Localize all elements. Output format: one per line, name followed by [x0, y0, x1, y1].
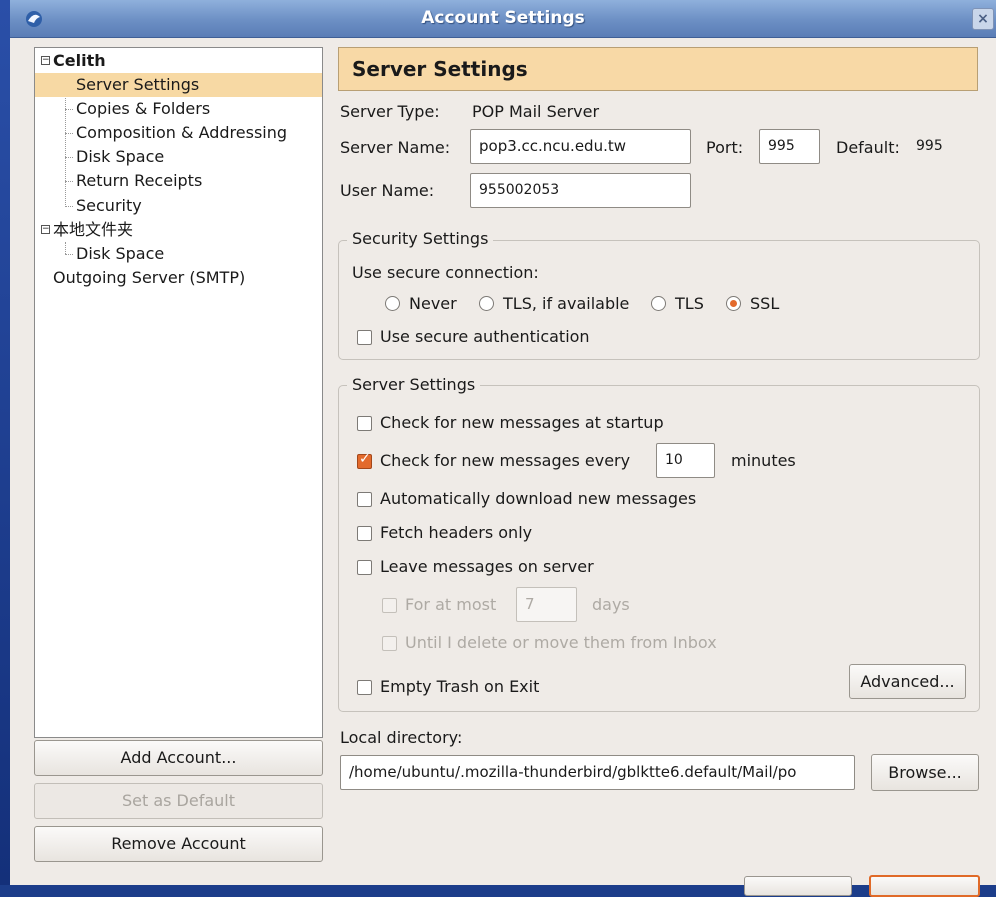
- radio-ssl-label[interactable]: SSL: [750, 294, 779, 313]
- days-label: days: [592, 595, 630, 614]
- remove-account-label: Remove Account: [111, 834, 246, 853]
- close-icon[interactable]: ×: [972, 8, 994, 30]
- tree-account-celith[interactable]: Celith: [53, 49, 106, 73]
- page-title: Server Settings: [338, 47, 978, 91]
- radio-tls-if-available[interactable]: [479, 296, 494, 311]
- collapse-icon[interactable]: −: [41, 56, 50, 65]
- tree-item-security[interactable]: Security: [76, 194, 142, 218]
- user-name-label: User Name:: [340, 181, 435, 200]
- check-every-label[interactable]: Check for new messages every: [380, 451, 630, 470]
- fetch-headers-checkbox[interactable]: [357, 526, 372, 541]
- leave-on-server-checkbox[interactable]: [357, 560, 372, 575]
- radio-ssl[interactable]: [726, 296, 741, 311]
- radio-tls[interactable]: [651, 296, 666, 311]
- check-interval-input[interactable]: 10: [656, 443, 715, 478]
- tree-item-return-receipts[interactable]: Return Receipts: [76, 169, 202, 193]
- fetch-headers-label[interactable]: Fetch headers only: [380, 523, 532, 542]
- empty-trash-checkbox[interactable]: [357, 680, 372, 695]
- use-secure-connection-label: Use secure connection:: [352, 263, 539, 282]
- tree-item-disk-space[interactable]: Disk Space: [76, 145, 164, 169]
- default-label: Default:: [836, 138, 900, 157]
- desktop-background: [0, 0, 10, 885]
- add-account-label: Add Account...: [120, 748, 237, 767]
- until-delete-label[interactable]: Until I delete or move them from Inbox: [405, 633, 717, 652]
- radio-tls-label[interactable]: TLS: [675, 294, 704, 313]
- for-at-most-days-input[interactable]: 7: [516, 587, 577, 622]
- title-bar[interactable]: Account Settings ×: [10, 0, 996, 38]
- radio-never[interactable]: [385, 296, 400, 311]
- remove-account-button[interactable]: Remove Account: [34, 826, 323, 862]
- tree-item-outgoing-server[interactable]: Outgoing Server (SMTP): [53, 266, 245, 290]
- local-directory-label: Local directory:: [340, 728, 463, 747]
- leave-on-server-label[interactable]: Leave messages on server: [380, 557, 594, 576]
- tree-item-composition-addressing[interactable]: Composition & Addressing: [76, 121, 287, 145]
- server-settings-frame: [338, 385, 980, 712]
- advanced-label: Advanced...: [860, 672, 955, 691]
- until-delete-checkbox[interactable]: [382, 636, 397, 651]
- advanced-button[interactable]: Advanced...: [849, 664, 966, 699]
- radio-tls-if-available-label[interactable]: TLS, if available: [503, 294, 629, 313]
- security-settings-title: Security Settings: [347, 229, 494, 248]
- account-tree[interactable]: − Celith Server Settings Copies & Folder…: [34, 47, 323, 738]
- default-port-value: 995: [916, 138, 943, 154]
- server-settings-frame-title: Server Settings: [347, 375, 481, 394]
- add-account-button[interactable]: Add Account...: [34, 740, 323, 776]
- auto-download-label[interactable]: Automatically download new messages: [380, 489, 696, 508]
- window-title: Account Settings: [421, 8, 585, 28]
- account-settings-dialog: − Celith Server Settings Copies & Folder…: [10, 38, 996, 897]
- auto-download-checkbox[interactable]: [357, 492, 372, 507]
- collapse-icon[interactable]: −: [41, 225, 50, 234]
- ok-button[interactable]: [869, 875, 980, 897]
- tree-item-copies-folders[interactable]: Copies & Folders: [76, 97, 210, 121]
- tree-local-folders[interactable]: 本地文件夹: [53, 218, 133, 242]
- for-at-most-checkbox[interactable]: [382, 598, 397, 613]
- check-every-checkbox[interactable]: [357, 451, 372, 469]
- port-input[interactable]: 995: [759, 129, 820, 164]
- tree-item-server-settings[interactable]: Server Settings: [35, 73, 322, 97]
- user-name-input[interactable]: 955002053: [470, 173, 691, 208]
- secure-authentication-checkbox[interactable]: [357, 330, 372, 345]
- server-name-input[interactable]: pop3.cc.ncu.edu.tw: [470, 129, 691, 164]
- empty-trash-label[interactable]: Empty Trash on Exit: [380, 677, 539, 696]
- cancel-button[interactable]: [744, 876, 852, 896]
- radio-never-label[interactable]: Never: [409, 294, 457, 313]
- server-name-label: Server Name:: [340, 138, 451, 157]
- minutes-label: minutes: [731, 451, 796, 470]
- server-type-label: Server Type:: [340, 102, 440, 121]
- set-default-button[interactable]: Set as Default: [34, 783, 323, 819]
- check-startup-checkbox[interactable]: [357, 416, 372, 431]
- secure-authentication-label[interactable]: Use secure authentication: [380, 327, 590, 346]
- tree-item-label: Server Settings: [76, 75, 200, 94]
- browse-label: Browse...: [888, 763, 962, 782]
- server-type-value: POP Mail Server: [472, 102, 600, 121]
- tree-item-local-disk-space[interactable]: Disk Space: [76, 242, 164, 266]
- local-directory-input[interactable]: /home/ubuntu/.mozilla-thunderbird/gblktt…: [340, 755, 855, 790]
- for-at-most-label[interactable]: For at most: [405, 595, 496, 614]
- check-startup-label[interactable]: Check for new messages at startup: [380, 413, 664, 432]
- set-default-label: Set as Default: [121, 791, 236, 810]
- browse-button[interactable]: Browse...: [871, 754, 979, 791]
- port-label: Port:: [706, 138, 744, 157]
